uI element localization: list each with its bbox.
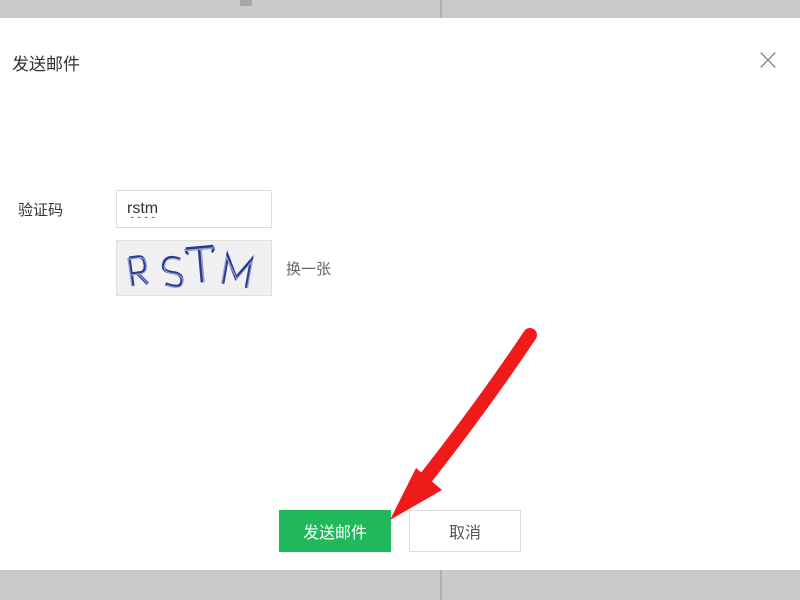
- backdrop-top: [0, 0, 800, 18]
- close-button[interactable]: [754, 46, 782, 74]
- captcha-row: 验证码: [18, 190, 272, 228]
- send-email-modal: 发送邮件 验证码: [0, 18, 800, 570]
- backdrop-accent: [240, 0, 252, 6]
- backdrop-divider-bottom: [440, 570, 442, 600]
- captcha-image-row: 换一张: [116, 240, 331, 296]
- cancel-button[interactable]: 取消: [409, 510, 521, 552]
- backdrop-divider: [440, 0, 442, 18]
- captcha-label: 验证码: [18, 199, 116, 220]
- close-icon: [757, 49, 779, 71]
- send-email-button[interactable]: 发送邮件: [279, 510, 391, 552]
- captcha-graphic: [119, 242, 269, 294]
- modal-title: 发送邮件: [12, 50, 80, 75]
- captcha-image[interactable]: [116, 240, 272, 296]
- refresh-captcha-link[interactable]: 换一张: [286, 258, 331, 279]
- backdrop-bottom: [0, 570, 800, 600]
- button-row: 发送邮件 取消: [0, 510, 800, 552]
- captcha-input[interactable]: [116, 190, 272, 228]
